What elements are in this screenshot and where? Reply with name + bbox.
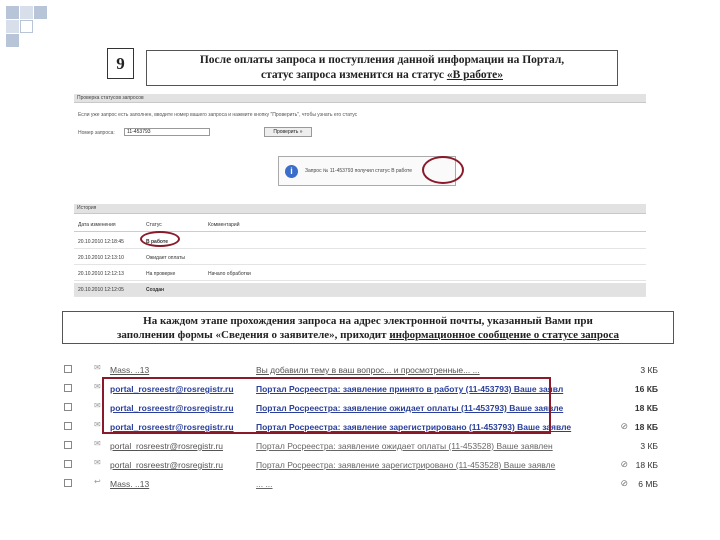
caption-link: информационное сообщение о статусе запро… <box>389 329 620 341</box>
mail-checkbox[interactable] <box>64 479 72 487</box>
mail-checkbox[interactable] <box>64 384 72 392</box>
mail-sender[interactable]: Mass. ..13 <box>110 479 149 489</box>
info-icon: i <box>285 165 298 178</box>
history-row: 20.10.2010 12:13:10 Ожидает оплаты <box>74 251 646 265</box>
attachment-icon: ⊘ <box>620 421 628 431</box>
slide-header: После оплаты запроса и поступления данно… <box>146 50 618 86</box>
mail-size: 6 МБ <box>638 479 658 489</box>
mail-checkbox[interactable] <box>64 460 72 468</box>
history-row: 20.10.2010 12:12:05 Создан <box>74 283 646 297</box>
envelope-icon: ✉ <box>94 401 101 410</box>
col-comment: Комментарий <box>208 222 240 228</box>
mail-size: 16 КБ <box>634 384 658 394</box>
header-line-2: статус запроса изменится на статус «В ра… <box>147 68 617 83</box>
envelope-icon: ✉ <box>94 363 101 372</box>
history-date: 20.10.2010 12:12:05 <box>78 287 124 293</box>
history-date: 20.10.2010 12:12:13 <box>78 271 124 277</box>
status-message: Запрос № 11-453793 получил статус В рабо… <box>305 168 413 174</box>
status-check-screenshot: Проверка статусов запросов Если уже запр… <box>74 94 646 300</box>
history-title: История <box>74 204 646 214</box>
mail-subject[interactable]: Портал Росреестра: заявление ожидает опл… <box>256 441 606 451</box>
history-status: На проверке <box>146 271 176 277</box>
mail-checkbox[interactable] <box>64 441 72 449</box>
reply-icon: ↩ <box>94 477 101 486</box>
mail-sender[interactable]: portal_rosreestr@rosregistr.ru <box>110 460 223 470</box>
envelope-icon: ✉ <box>94 458 101 467</box>
request-number-input[interactable]: 11-453793 <box>124 128 210 136</box>
mail-row[interactable]: ✉ portal_rosreestr@rosregistr.ru Портал … <box>60 456 680 475</box>
status-page-title: Проверка статусов запросов <box>74 94 646 103</box>
mail-size: 3 КБ <box>640 365 658 375</box>
status-highlight: «В работе» <box>446 69 503 81</box>
header-prefix: статус запроса изменится на статус <box>261 69 447 81</box>
decor-square <box>20 6 33 19</box>
decor-square <box>6 6 19 19</box>
decor-square <box>6 20 19 33</box>
caption-line-2: заполнении формы «Сведения о заявителе»,… <box>63 328 673 342</box>
attachment-icon: ⊘ <box>620 459 628 469</box>
mail-row[interactable]: ↩ Mass. ..13 ... ... ⊘ 6 МБ <box>60 475 680 494</box>
history-status: Ожидает оплаты <box>146 255 185 261</box>
highlight-oval-status <box>422 156 464 184</box>
envelope-icon: ✉ <box>94 439 101 448</box>
col-date: Дата изменения <box>78 222 116 228</box>
envelope-icon: ✉ <box>94 382 101 391</box>
history-date: 20.10.2010 12:13:10 <box>78 255 124 261</box>
history-comment: Начало обработки <box>208 271 251 277</box>
slide-caption: На каждом этапе прохождения запроса на а… <box>62 311 674 344</box>
instruction-text: Если уже запрос есть заполнен, вводите н… <box>78 112 358 118</box>
history-row: 20.10.2010 12:12:13 На проверке Начало о… <box>74 267 646 281</box>
step-number: 9 <box>107 48 134 79</box>
caption-line-1: На каждом этапе прохождения запроса на а… <box>143 315 593 327</box>
mail-subject[interactable]: Портал Росреестра: заявление зарегистрир… <box>256 460 606 470</box>
decor-square <box>6 34 19 47</box>
mail-subject[interactable]: Вы добавили тему в ваш вопрос... и просм… <box>256 365 606 375</box>
envelope-icon: ✉ <box>94 420 101 429</box>
mail-subject[interactable]: ... ... <box>256 479 606 489</box>
request-number-label: Номер запроса: <box>78 130 115 136</box>
mail-size: 3 КБ <box>640 441 658 451</box>
attachment-icon: ⊘ <box>620 478 628 488</box>
mail-row[interactable]: ✉ portal_rosreestr@rosregistr.ru Портал … <box>60 437 680 456</box>
check-button[interactable]: Проверить » <box>264 127 312 137</box>
mail-checkbox[interactable] <box>64 403 72 411</box>
highlight-oval-history <box>140 231 180 247</box>
mail-sender[interactable]: Mass. ..13 <box>110 365 149 375</box>
caption-prefix: заполнении формы «Сведения о заявителе»,… <box>116 329 390 341</box>
decor-square <box>34 6 47 19</box>
mail-size: 18 КБ <box>634 422 658 432</box>
mail-checkbox[interactable] <box>64 365 72 373</box>
mail-size: 18 КБ <box>634 403 658 413</box>
mail-size: 18 КБ <box>635 460 658 470</box>
col-status: Статус <box>146 222 162 228</box>
mail-sender[interactable]: portal_rosreestr@rosregistr.ru <box>110 441 223 451</box>
highlight-rect-emails <box>102 377 551 434</box>
mail-checkbox[interactable] <box>64 422 72 430</box>
header-line-1: После оплаты запроса и поступления данно… <box>199 54 565 66</box>
history-header-row: Дата изменения Статус Комментарий <box>74 218 646 232</box>
history-status: Создан <box>146 287 165 293</box>
history-date: 20.10.2010 12:18:45 <box>78 239 124 245</box>
decor-square <box>20 20 33 33</box>
